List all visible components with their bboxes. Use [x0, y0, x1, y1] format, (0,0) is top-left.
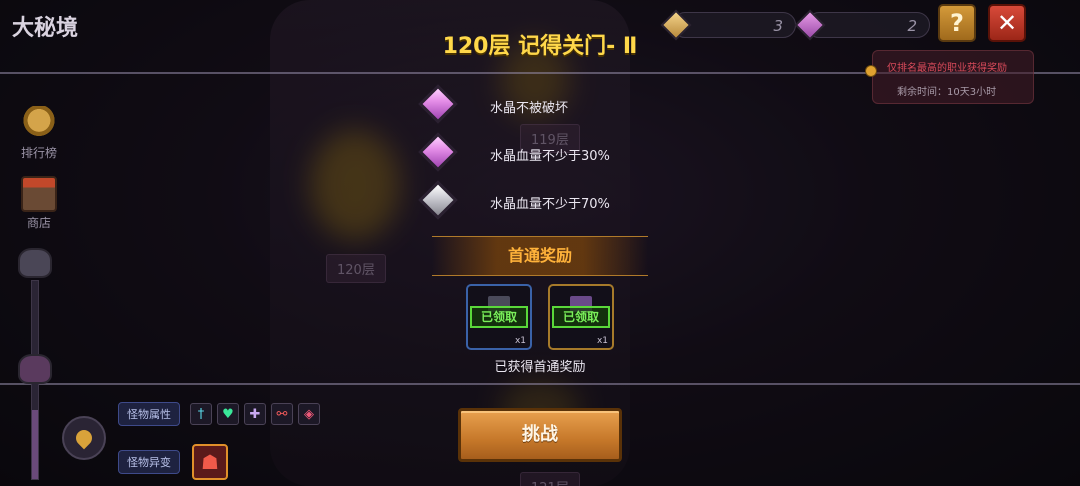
ranking-label: 排行榜 — [20, 146, 57, 160]
close-button[interactable]: ✕ — [988, 4, 1026, 42]
purple-gem-counter: 2 — [794, 9, 930, 41]
split-icon[interactable]: ⚯ — [271, 403, 293, 425]
objective-text: 水晶血量不少于30% — [490, 149, 610, 164]
shield-plus-icon[interactable]: ✚ — [244, 403, 266, 425]
objective-item: 水晶血量不少于30% — [418, 132, 640, 174]
objective-item: 水晶不被破坏 — [418, 84, 640, 126]
trophy-icon — [21, 106, 57, 142]
challenge-button[interactable]: 挑战 — [458, 408, 622, 462]
sword-icon[interactable]: † — [190, 403, 212, 425]
ranking-button[interactable]: 排行榜 — [14, 106, 64, 161]
reward-item[interactable]: 已领取 x1 — [548, 284, 614, 350]
claimed-stamp: 已领取 — [470, 306, 528, 328]
skull-icon — [18, 248, 52, 278]
gold-gem-counter: 3 — [660, 9, 796, 41]
map-pin-icon — [72, 426, 96, 450]
shop-label: 商店 — [26, 216, 51, 230]
monster-mutation-label[interactable]: 怪物异变 — [118, 450, 180, 474]
claimed-stamp: 已领取 — [552, 306, 610, 328]
reward-claimed-text: 已获得首通奖励 — [494, 360, 586, 375]
clock-icon — [865, 65, 877, 77]
bottom-divider — [0, 383, 1080, 385]
grey-crystal-icon — [418, 180, 458, 220]
monster-attribute-list: † ♥ ✚ ⚯ ◈ — [190, 403, 320, 425]
floor-progress-fill — [32, 409, 38, 479]
monster-attributes-label[interactable]: 怪物属性 — [118, 402, 180, 426]
reward-item[interactable]: 已领取 x1 — [466, 284, 532, 350]
reward-quantity: x1 — [596, 336, 608, 346]
objective-text: 水晶血量不少于70% — [490, 197, 610, 212]
reward-notice-panel: 仅排名最高的职业获得奖励 剩余时间：10天3小时 — [865, 50, 1034, 104]
shop-icon — [21, 176, 57, 212]
locate-floor-button[interactable] — [62, 416, 106, 460]
heart-icon[interactable]: ♥ — [217, 403, 239, 425]
objective-item: 水晶血量不少于70% — [418, 180, 640, 222]
notice-reward-rule: 仅排名最高的职业获得奖励 — [887, 63, 1007, 74]
purple-crystal-icon — [418, 84, 458, 124]
crest-icon[interactable]: ◈ — [298, 403, 320, 425]
reward-quantity: x1 — [514, 336, 526, 346]
gold-gem-count: 3 — [773, 17, 783, 35]
shop-button[interactable]: 商店 — [14, 176, 64, 231]
purple-crystal-icon — [418, 132, 458, 172]
notice-remaining-time: 剩余时间：10天3小时 — [897, 87, 997, 98]
help-button[interactable]: ? — [938, 4, 976, 42]
first-clear-reward-banner: 首通奖励 — [432, 236, 648, 276]
purple-gem-count: 2 — [907, 17, 917, 35]
demon-mask-icon[interactable]: ☗ — [192, 444, 228, 480]
objective-text: 水晶不被破坏 — [490, 101, 569, 116]
